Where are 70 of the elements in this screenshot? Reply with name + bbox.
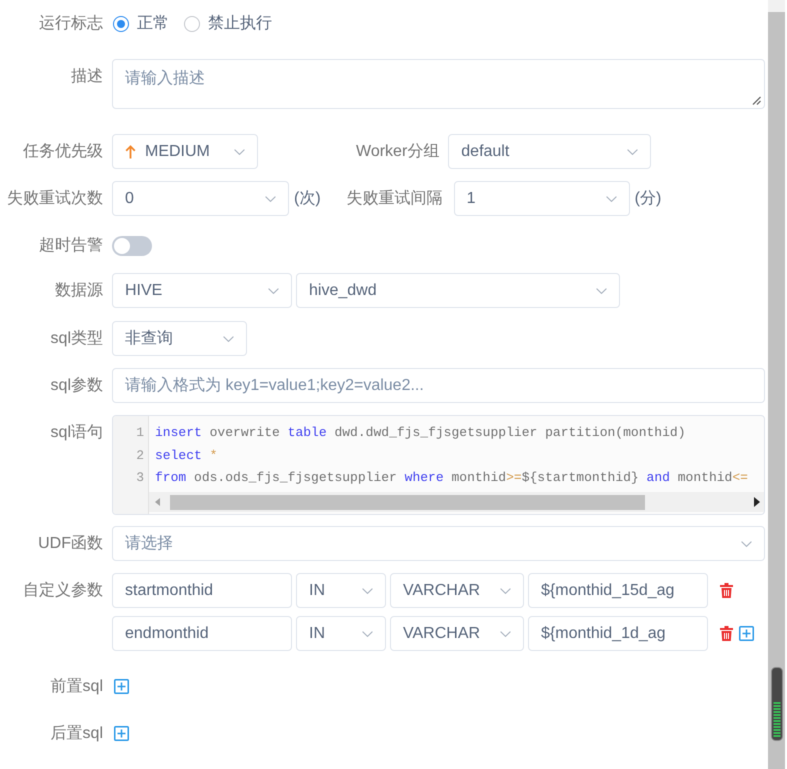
line-number: 1 [136,424,144,442]
param-direction-select[interactable]: IN [296,616,386,651]
param-name-field[interactable]: endmonthid [112,616,292,651]
description-field[interactable]: 请输入描述 [112,59,765,109]
caret-left-icon[interactable] [155,498,160,506]
field-label: sql语句 [50,424,103,441]
scrollbar-thumb[interactable] [770,667,782,741]
caret-right-icon[interactable] [754,497,760,507]
field-label: 失败重试次数 [7,190,103,207]
field-label: 后置sql [50,725,103,742]
field-label: Worker分组 [356,142,440,162]
resize-handle-icon[interactable] [752,96,761,105]
param-name-field[interactable]: startmonthid [112,573,292,608]
chevron-down-icon [362,588,373,594]
retry-times-select[interactable]: 0 [112,181,289,216]
radio-label[interactable]: 禁止执行 [208,13,272,34]
arrow-up-icon [125,144,136,158]
scrollbar-thumb[interactable] [170,494,645,510]
field-label: 失败重试间隔 [346,188,443,209]
plus-square-icon[interactable] [114,726,129,741]
toggle-switch[interactable] [112,236,152,256]
chevron-down-icon [362,630,373,636]
chevron-down-icon [741,540,752,546]
trash-icon[interactable] [720,626,733,641]
trash-icon[interactable] [720,583,733,598]
param-value-field[interactable]: ${monthid_15d_ag [528,573,708,608]
chevron-down-icon [268,288,279,294]
field-label: 运行标志 [39,15,103,32]
worker-group-select[interactable]: default [448,134,652,169]
chevron-down-icon [500,630,511,636]
datasource-select[interactable]: hive_dwd [296,273,620,308]
field-label: sql参数 [50,377,103,394]
field-label: 自定义参数 [23,582,103,599]
field-label: 描述 [71,68,103,85]
param-value-field[interactable]: ${monthid_1d_ag [528,616,708,651]
field-label: sql类型 [50,330,103,347]
plus-square-icon[interactable] [114,679,129,694]
radio-label[interactable]: 正常 [137,13,169,34]
sql-params-field[interactable]: 请输入格式为 key1=value1;key2=value2... [112,368,765,403]
code-line: insert overwrite table dwd.dwd_fjs_fjsgetsupplier partition(monthid) [155,424,686,442]
chevron-down-icon [500,588,511,594]
field-label: 任务优先级 [23,143,103,160]
param-type-select[interactable]: VARCHAR [390,616,524,651]
unit-label: (分) [634,189,662,209]
code-editor[interactable]: 1 2 3 insert overwrite table dwd.dwd_fjs_fjsgetsupplier partition(monthid) select * from ods.ods_fjs_fjsgetsupplier where monthid>=${startmonthid} and monthid<= [112,415,765,515]
chevron-down-icon [606,196,617,202]
plus-square-icon[interactable] [739,626,754,641]
param-direction-select[interactable]: IN [296,573,386,608]
radio-button[interactable] [113,16,129,32]
field-label: 数据源 [55,282,103,299]
chevron-down-icon [627,148,638,154]
retry-interval-select[interactable]: 1 [454,181,630,216]
field-label: UDF函数 [38,535,103,552]
chevron-down-icon [234,148,245,154]
code-line: select * [155,446,218,464]
sql-type-select[interactable]: 非查询 [112,321,247,356]
udf-select[interactable]: 请选择 [112,526,765,561]
datasource-type-select[interactable]: HIVE [112,273,292,308]
chevron-down-icon [596,288,607,294]
radio-button[interactable] [184,16,200,32]
line-number: 2 [136,446,144,464]
line-number: 3 [136,469,144,487]
priority-select[interactable]: MEDIUM [112,134,258,169]
code-line: from ods.ods_fjs_fjsgetsupplier where monthid>=${startmonthid} and monthid<= [155,469,748,487]
chevron-down-icon [223,336,234,342]
unit-label: (次) [294,189,321,209]
param-type-select[interactable]: VARCHAR [390,573,524,608]
chevron-down-icon [265,196,276,202]
field-label: 超时告警 [39,237,103,254]
field-label: 前置sql [50,678,103,695]
